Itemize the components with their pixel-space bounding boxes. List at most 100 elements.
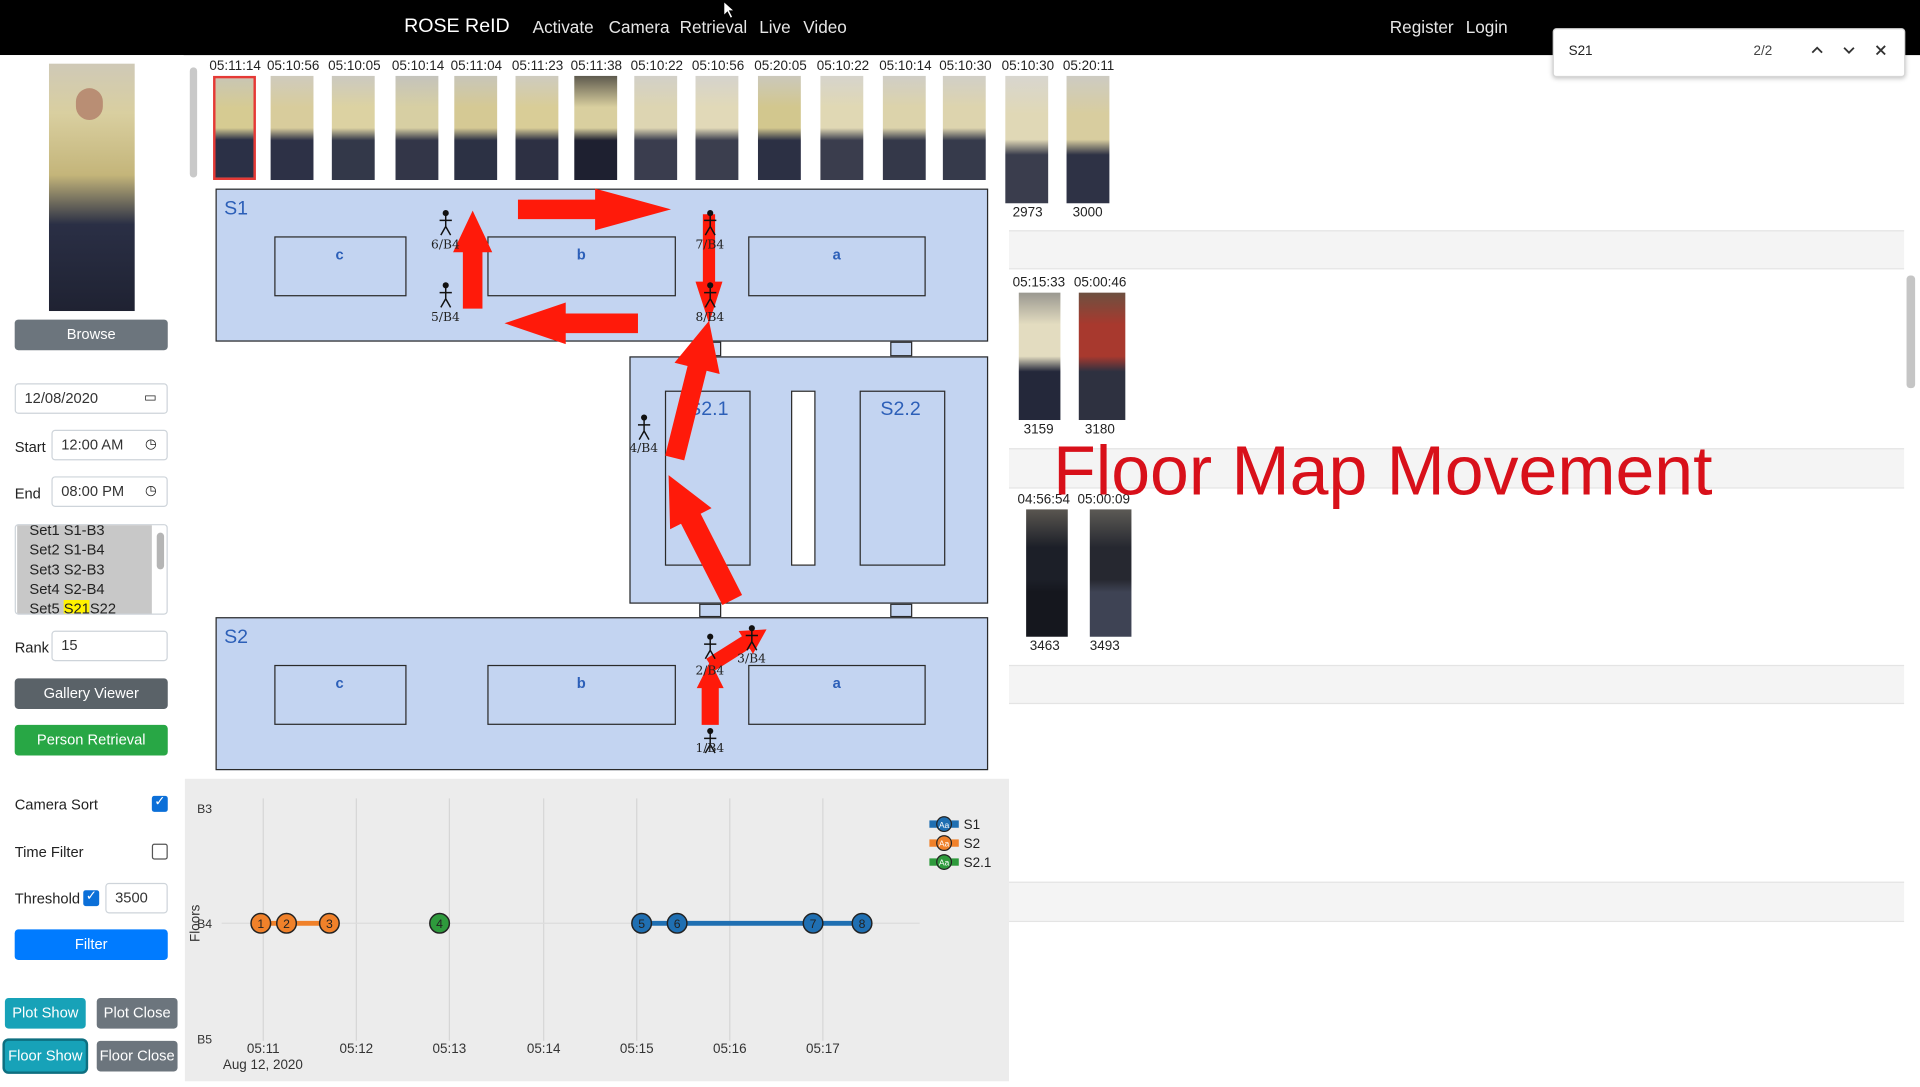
filter-button[interactable]: Filter: [14, 929, 168, 961]
legend-item-s2: Aa S2: [929, 835, 980, 852]
retrieved-person-thumbnail[interactable]: [270, 75, 314, 181]
y-axis-title: Floors: [188, 904, 203, 942]
thumb-timestamp: 05:10:30: [939, 58, 992, 74]
page-scrollbar[interactable]: [1906, 275, 1916, 389]
thumb-timestamp: 05:10:14: [391, 58, 445, 74]
nav-login[interactable]: Login: [1466, 17, 1508, 37]
thumb-timestamp: 05:10:56: [266, 58, 320, 74]
thumb-timestamp: 05:10:14: [879, 58, 932, 74]
person-marker-icon: [703, 209, 718, 236]
person-marker-icon: [438, 282, 453, 309]
find-next-button[interactable]: [1838, 40, 1860, 62]
thumb-timestamp: 05:10:22: [816, 58, 870, 74]
movement-arrow: [665, 320, 720, 461]
legend-label: S2.1: [964, 855, 992, 870]
gallery-person-image[interactable]: [1026, 509, 1068, 637]
timeline-point-label: 8: [859, 917, 866, 931]
floor-timeline-chart: B3 B4 B5 Floors 05:11 05:12 05:13 05:14 05:15 05:…: [184, 778, 1009, 1082]
person-marker-label: 2/B4: [695, 664, 725, 679]
retrieved-person-thumbnail[interactable]: [454, 75, 498, 181]
y-tick-label: B3: [197, 802, 212, 816]
time-filter-checkbox[interactable]: [151, 843, 168, 860]
threshold-input[interactable]: 3500: [105, 882, 168, 914]
retrieved-person-thumbnail[interactable]: [757, 75, 801, 181]
legend-badge: Aa: [939, 820, 950, 830]
person-marker-label: 6/B4: [431, 238, 460, 253]
retrieved-person-thumbnail[interactable]: [882, 75, 926, 181]
threshold-checkbox[interactable]: [83, 888, 100, 907]
floor-show-button[interactable]: Floor Show: [4, 1040, 86, 1072]
y-tick-label: B5: [197, 1032, 212, 1046]
person-marker-label: 5/B4: [431, 311, 460, 325]
find-match-count: 2/2: [1753, 44, 1773, 59]
plot-close-button[interactable]: Plot Close: [96, 997, 178, 1029]
retrieved-person-thumbnail[interactable]: [515, 75, 559, 181]
retrieved-person-thumbnail[interactable]: [331, 75, 375, 181]
retrieved-person-thumbnail[interactable]: [820, 75, 864, 181]
x-tick-label: 05:16: [713, 1041, 747, 1056]
timeline-point-label: 1: [257, 917, 264, 931]
retrieved-person-thumbnail[interactable]: [1066, 75, 1110, 204]
thumb-timestamp: 05:20:11: [1062, 58, 1115, 74]
gallery-row-separator: [1008, 230, 1905, 270]
thumb-id: 3000: [1072, 205, 1103, 221]
find-previous-button[interactable]: [1806, 40, 1828, 62]
legend-label: S2: [964, 836, 980, 851]
person-marker-icon: [703, 282, 718, 309]
x-tick-label: 05:11: [247, 1041, 280, 1056]
x-tick-label: 05:14: [527, 1041, 561, 1056]
legend-label: S1: [964, 817, 980, 832]
chevron-up-icon: [1811, 46, 1823, 54]
movement-arrow: [453, 210, 493, 309]
person-marker-icon: [438, 209, 453, 236]
threshold-value: 3500: [115, 888, 148, 907]
thumb-timestamp: 05:11:23: [511, 58, 564, 74]
thumb-timestamp: 05:10:05: [328, 58, 381, 74]
gallery-timestamp: 05:00:46: [1073, 275, 1127, 291]
gallery-id: 3493: [1089, 639, 1120, 654]
timeline-point-label: 4: [436, 917, 443, 931]
timeline-point-label: 7: [810, 917, 817, 931]
retrieved-person-thumbnail[interactable]: [695, 75, 739, 181]
retrieved-person-thumbnail[interactable]: [634, 75, 678, 181]
retrieved-person-thumbnail[interactable]: [942, 75, 986, 181]
close-icon: [1875, 45, 1886, 56]
legend-badge: Aa: [939, 858, 950, 868]
timeline-point-label: 3: [326, 917, 333, 931]
floor-close-button[interactable]: Floor Close: [96, 1040, 178, 1072]
thumb-id: 2973: [1012, 205, 1043, 221]
person-marker-label: 4/B4: [629, 442, 659, 456]
movement-arrow: [668, 475, 743, 606]
x-tick-label: 05:17: [806, 1041, 840, 1056]
camera-sort-checkbox[interactable]: [151, 793, 168, 812]
x-tick-label: 05:12: [339, 1041, 373, 1056]
find-close-button[interactable]: [1870, 40, 1892, 62]
retrieved-person-thumbnail[interactable]: [395, 75, 439, 181]
movement-arrow: [517, 188, 672, 231]
retrieved-person-thumbnail[interactable]: [574, 75, 618, 181]
gallery-person-image[interactable]: [1078, 292, 1126, 421]
gallery-timestamp: 05:15:33: [1012, 275, 1066, 291]
thumb-timestamp: 05:11:14: [209, 58, 261, 74]
overlay-title: Floor Map Movement: [1053, 432, 1713, 511]
x-tick-label: 05:13: [433, 1041, 467, 1056]
person-marker-icon: [744, 624, 759, 651]
retrieved-person-thumbnail[interactable]: [1005, 75, 1049, 204]
person-marker-icon: [637, 414, 652, 441]
legend-badge: Aa: [939, 839, 950, 849]
retrieved-person-thumbnail[interactable]: [213, 75, 256, 181]
threshold-label: Threshold: [14, 890, 81, 908]
thumb-timestamp: 05:11:04: [450, 58, 503, 74]
thumb-timestamp: 05:10:22: [630, 58, 684, 74]
plot-show-button[interactable]: Plot Show: [4, 997, 86, 1029]
gallery-id: 3159: [1023, 422, 1054, 438]
find-input[interactable]: S21: [1569, 44, 1593, 59]
nav-register[interactable]: Register: [1390, 17, 1454, 37]
timeline-point-label: 6: [674, 917, 681, 931]
gallery-person-image[interactable]: [1018, 292, 1061, 421]
person-marker-label: 3/B4: [737, 652, 766, 667]
gallery-person-image[interactable]: [1089, 509, 1132, 637]
x-axis-date: Aug 12, 2020: [223, 1057, 303, 1072]
timeline-svg: B3B4B5Floors05:11 05:12 05:13 05:14 05:15 05:…: [188, 798, 992, 1072]
person-marker-label: 8/B4: [695, 311, 725, 325]
